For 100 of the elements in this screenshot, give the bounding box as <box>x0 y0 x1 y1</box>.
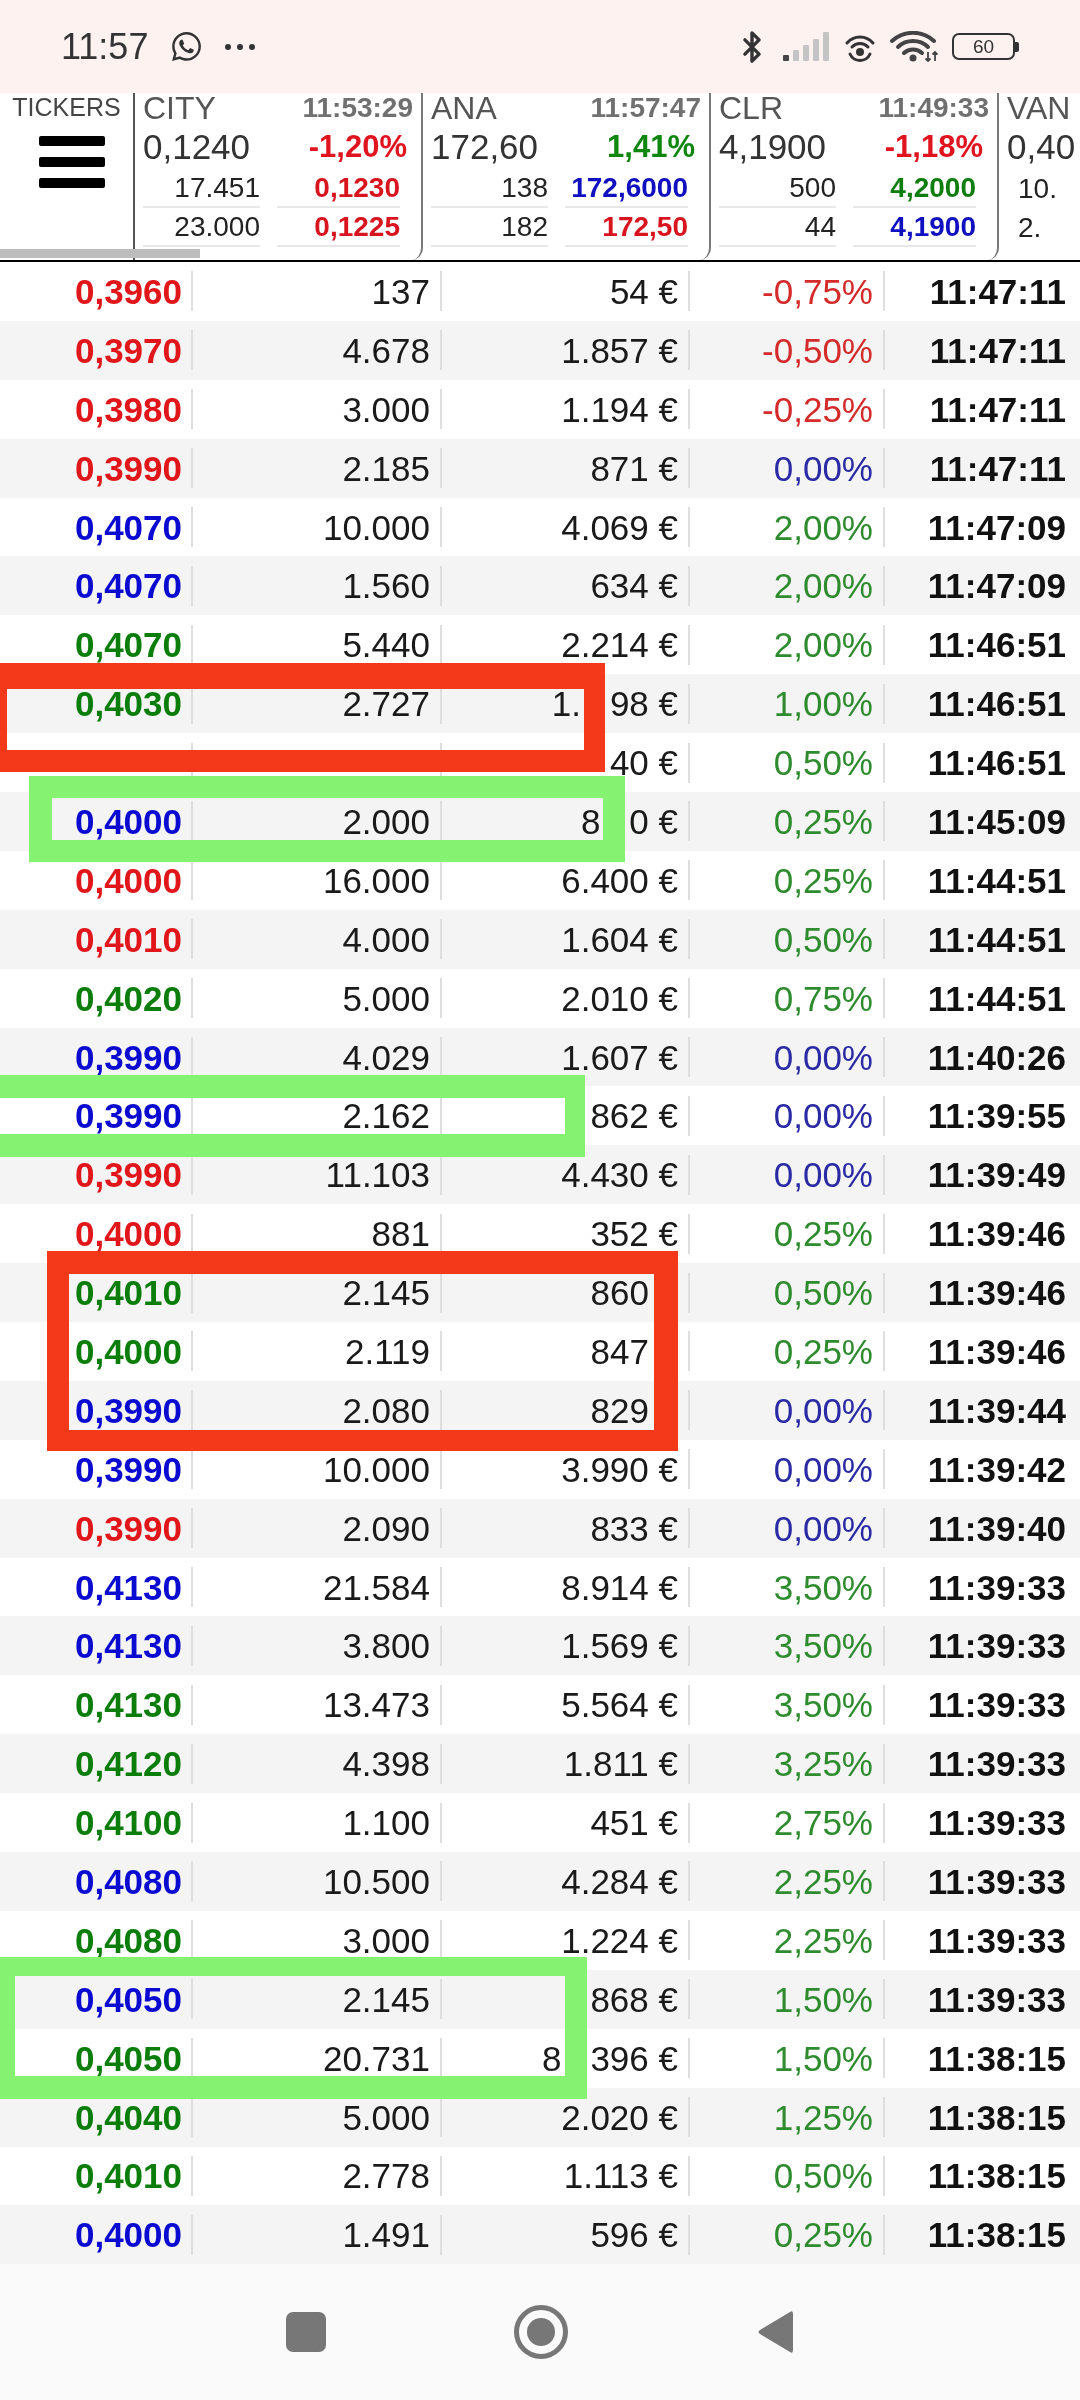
trade-change: -0,75% <box>762 273 873 309</box>
trade-quantity: 2.185 <box>342 450 430 486</box>
trade-quantity: 1.100 <box>342 1805 430 1841</box>
trade-time: 11:39:33 <box>927 1864 1066 1899</box>
trade-price: 0,3970 <box>74 332 182 368</box>
trade-price: 0,4130 <box>74 1687 182 1723</box>
trade-time: 11:46:51 <box>927 745 1066 781</box>
trade-time: 11:38:15 <box>927 2158 1066 2194</box>
trade-amount: 8.914 € <box>561 1569 678 1605</box>
trade-price: 0,3990 <box>74 1039 182 1075</box>
trade-price: 0,3990 <box>74 450 182 486</box>
trade-time: 11:39:40 <box>927 1510 1066 1546</box>
wifi-icon <box>890 31 938 62</box>
trade-price: 0,3990 <box>74 1451 182 1487</box>
trade-quantity: 2.145 <box>342 1981 430 2017</box>
book-price: 0,1225 <box>314 212 400 241</box>
trade-quantity: 4.678 <box>342 332 430 368</box>
trade-change: 2,00% <box>773 509 873 545</box>
trade-quantity: 16.000 <box>322 862 430 898</box>
book-price: 4,2000 <box>890 173 976 202</box>
trade-time: 11:38:15 <box>927 2040 1066 2076</box>
book-price: 172,6000 <box>571 173 688 202</box>
trade-time: 11:39:33 <box>927 1687 1066 1723</box>
trade-time: 11:47:09 <box>927 568 1066 604</box>
trade-change: 3,50% <box>773 1687 873 1723</box>
book-price: 4,1900 <box>890 212 976 241</box>
book-quantity: 138 <box>501 173 548 202</box>
square-icon[interactable] <box>286 2312 326 2353</box>
trade-amount: 2.010 € <box>561 980 678 1016</box>
phone-bubble-icon <box>170 30 204 63</box>
trade-change: 2,00% <box>773 627 873 663</box>
ticker-symbol[interactable]: CITY <box>143 92 216 124</box>
trade-change: 1,00% <box>773 686 873 722</box>
book-price: 0,1230 <box>314 173 400 202</box>
trade-quantity: 2.080 <box>342 1392 430 1428</box>
trade-change: 1,50% <box>773 2040 873 2076</box>
trade-price: 0,4100 <box>74 1805 182 1841</box>
trade-change: 1,25% <box>773 2099 873 2135</box>
trade-quantity: 21.584 <box>322 1569 430 1605</box>
trade-amount: 1.811 € <box>563 1746 678 1782</box>
trade-quantity: 10.000 <box>322 1451 430 1487</box>
trade-amount: 8 <box>541 2040 562 2076</box>
book-quantity: 17.451 <box>174 173 260 202</box>
trade-amount: 871 € <box>590 450 678 486</box>
trade-change: 2,25% <box>773 1864 873 1899</box>
trade-change: -0,25% <box>762 391 873 427</box>
trade-quantity: 5.000 <box>342 2099 430 2135</box>
circle-icon[interactable] <box>514 2305 568 2360</box>
trade-price: 0,3990 <box>74 1392 182 1428</box>
trade-time: 11:47:11 <box>929 450 1066 486</box>
ticker-symbol[interactable]: CLR <box>719 92 783 124</box>
trade-quantity: 4.398 <box>342 1746 430 1782</box>
signal-bars-icon <box>783 32 830 61</box>
ticker-price: 172,60 <box>431 128 539 164</box>
trade-price: 0,4000 <box>74 1333 182 1369</box>
trade-amount: 4.069 € <box>561 509 678 545</box>
trade-price: 0,3990 <box>74 1098 182 1134</box>
trade-amount: 98 € <box>609 686 678 722</box>
trade-price: 0,4010 <box>74 921 182 957</box>
trade-quantity: 3.000 <box>342 391 430 427</box>
ticker-price: 0,40 <box>1007 128 1076 164</box>
trade-time: 11:39:49 <box>927 1157 1066 1193</box>
trade-quantity: 2.145 <box>342 1275 430 1311</box>
trade-change: 0,00% <box>773 1510 873 1546</box>
trade-quantity: 13.473 <box>322 1687 430 1723</box>
ticker-time: 11:57:47 <box>590 94 701 122</box>
trade-time: 11:47:11 <box>929 391 1066 427</box>
trade-change: 2,75% <box>773 1805 873 1841</box>
triangle-icon[interactable] <box>756 2309 794 2356</box>
trade-quantity: 4.029 <box>342 1039 430 1075</box>
book-price: 172,50 <box>602 212 688 241</box>
trade-price: 0,4120 <box>74 1746 182 1782</box>
trade-time: 11:39:46 <box>927 1275 1066 1311</box>
trade-amount: 2.214 € <box>561 627 678 663</box>
trade-quantity: 5.440 <box>342 627 430 663</box>
book-quantity: 182 <box>501 212 548 241</box>
trade-quantity: 137 <box>371 273 430 309</box>
trade-amount: 4.284 € <box>561 1864 678 1899</box>
trade-price: 0,4050 <box>74 1981 182 2017</box>
trade-quantity: 2.119 <box>345 1333 430 1369</box>
trade-quantity: 2.000 <box>342 803 430 839</box>
trade-time: 11:44:51 <box>927 980 1066 1016</box>
tickers-label: TICKERS <box>12 95 121 120</box>
trade-amount: 868 € <box>590 1981 678 2017</box>
book-quantity: 500 <box>789 173 836 202</box>
trade-amount: 1.194 € <box>561 391 678 427</box>
trade-price: 0,3990 <box>74 1157 182 1193</box>
ticker-symbol[interactable]: ANA <box>431 92 497 124</box>
trade-time: 11:39:33 <box>927 1805 1066 1841</box>
trade-amount: 40 € <box>609 745 678 781</box>
trade-change: 0,25% <box>773 1333 873 1369</box>
trade-change: -0,50% <box>762 332 873 368</box>
trade-change: 0,00% <box>773 1039 873 1075</box>
trade-price: 0,4020 <box>74 980 182 1016</box>
trade-time: 11:44:51 <box>927 862 1066 898</box>
ticker-symbol[interactable]: VAN <box>1007 92 1071 124</box>
trade-amount: 396 € <box>590 2040 678 2076</box>
ticker-change: 1,41% <box>607 130 695 162</box>
menu-icon[interactable] <box>38 136 105 188</box>
trade-change: 2,25% <box>773 1922 873 1958</box>
